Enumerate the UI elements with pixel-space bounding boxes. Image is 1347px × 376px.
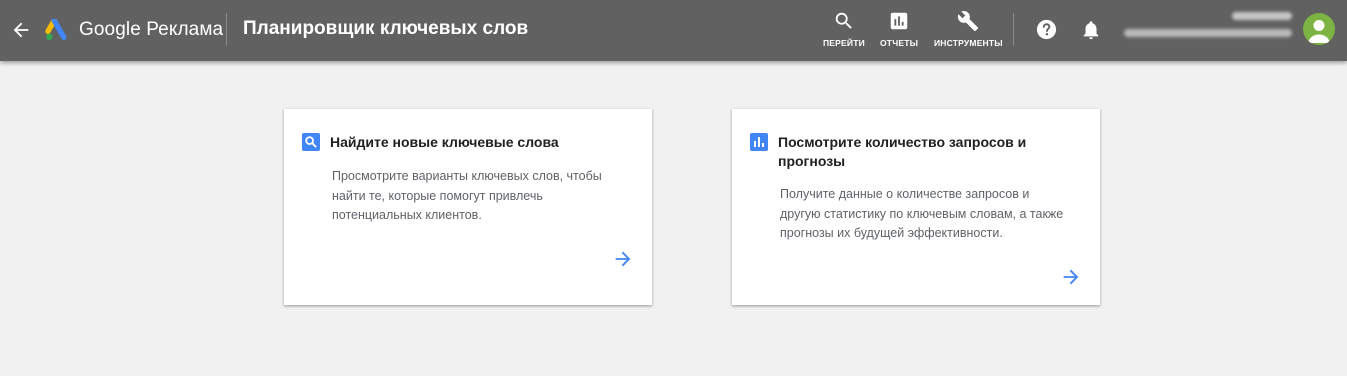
find-keywords-card[interactable]: Найдите новые ключевые слова Просмотрите… — [284, 109, 652, 305]
reports-button[interactable]: ОТЧЕТЫ — [880, 10, 918, 48]
tools-label: ИНСТРУМЕНТЫ — [934, 38, 1003, 48]
person-icon — [1308, 20, 1330, 43]
card-description: Просмотрите варианты ключевых слов, чтоб… — [332, 169, 602, 222]
bar-chart-icon — [750, 133, 768, 151]
forecasts-card[interactable]: Посмотрите количество запросов и прогноз… — [732, 109, 1100, 305]
help-icon[interactable] — [1035, 18, 1058, 41]
tools-button[interactable]: ИНСТРУМЕНТЫ — [934, 10, 1003, 48]
bell-icon[interactable] — [1080, 18, 1102, 42]
search-icon — [302, 133, 320, 151]
go-to-label: ПЕРЕЙТИ — [823, 38, 865, 48]
page-title: Планировщик ключевых слов — [243, 18, 529, 39]
search-icon — [835, 12, 852, 29]
top-app-bar: Google Реклама Планировщик ключевых слов… — [0, 0, 1347, 61]
account-email-redacted — [1124, 29, 1292, 37]
arrow-forward-icon[interactable] — [612, 248, 634, 270]
arrow-forward-icon[interactable] — [1060, 266, 1082, 288]
back-arrow-icon[interactable] — [10, 19, 32, 41]
header-divider — [1013, 13, 1014, 46]
reports-label: ОТЧЕТЫ — [880, 38, 919, 48]
card-title: Посмотрите количество запросов и прогноз… — [778, 134, 1027, 169]
account-info[interactable] — [1124, 12, 1292, 37]
reports-icon — [890, 12, 908, 30]
card-description: Получите данные о количестве запросов и … — [780, 187, 1064, 240]
google-ads-logo-icon — [45, 19, 67, 41]
brand-name: Google Реклама — [79, 19, 224, 40]
card-title: Найдите новые ключевые слова — [330, 134, 559, 150]
wrench-icon — [958, 11, 979, 32]
header-divider — [226, 13, 227, 46]
account-id-redacted — [1232, 12, 1292, 20]
avatar[interactable] — [1303, 13, 1335, 45]
go-to-button[interactable]: ПЕРЕЙТИ — [823, 10, 865, 48]
